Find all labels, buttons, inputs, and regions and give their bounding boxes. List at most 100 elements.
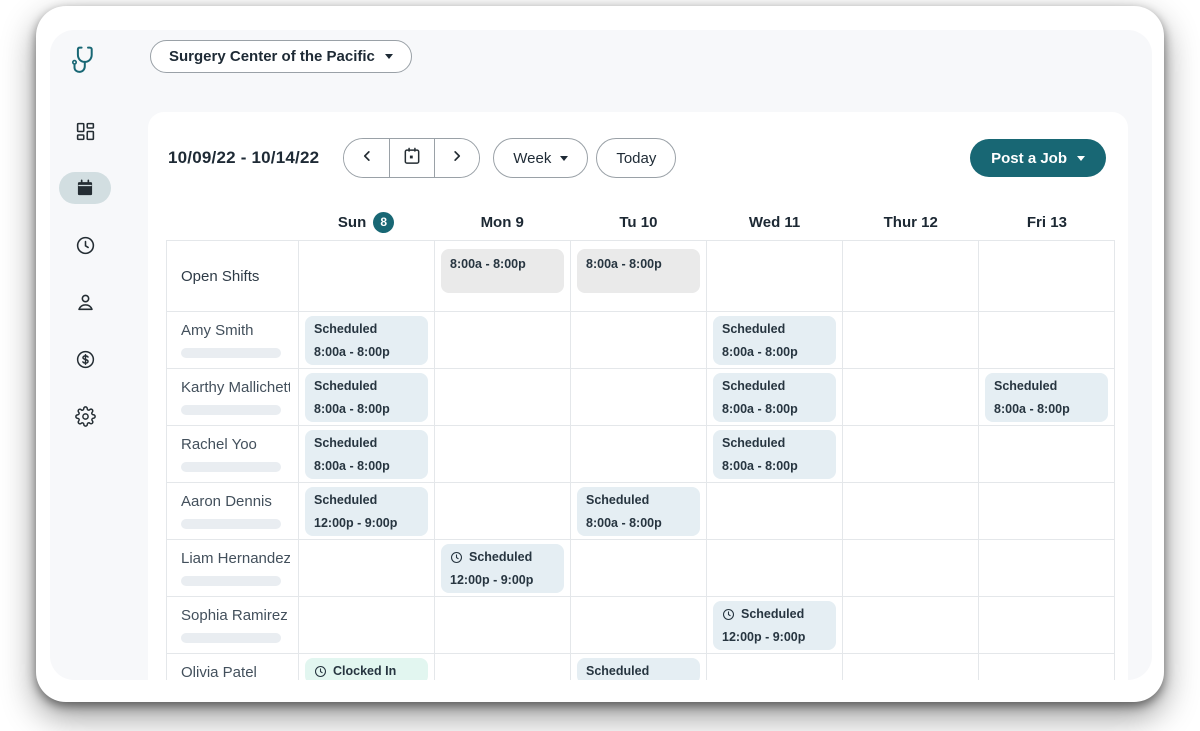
shift-cell[interactable] [299,241,435,312]
clock-icon [722,608,735,621]
date-picker-button[interactable] [389,139,434,177]
shift-status: Scheduled [314,436,377,450]
shift-card[interactable]: Scheduled8:00a - 8:00p [305,430,428,479]
shift-card[interactable]: Scheduled [577,658,700,680]
today-button[interactable]: Today [596,138,676,178]
shift-cell[interactable] [843,312,979,369]
shift-cell[interactable] [571,426,707,483]
shift-card[interactable]: Scheduled8:00a - 8:00p [577,487,700,536]
sidebar-item-staff[interactable] [59,286,111,318]
shift-cell[interactable]: Scheduled8:00a - 8:00p [299,369,435,426]
organization-selector[interactable]: Surgery Center of the Pacific [150,40,412,73]
shift-cell[interactable] [571,369,707,426]
shift-cell[interactable]: 8:00a - 8:00p [571,241,707,312]
next-week-button[interactable] [434,139,479,177]
shift-cell[interactable] [843,426,979,483]
post-a-job-label: Post a Job [991,150,1067,167]
name-skeleton-bar [181,405,281,415]
shift-cell[interactable]: Scheduled8:00a - 8:00p [299,426,435,483]
shift-cell[interactable]: Scheduled8:00a - 8:00p [707,369,843,426]
shift-cell[interactable]: Scheduled8:00a - 8:00p [707,426,843,483]
shift-status: Scheduled [469,550,532,564]
shift-card[interactable]: Scheduled12:00p - 9:00p [441,544,564,593]
shift-cell[interactable] [299,540,435,597]
chevron-down-icon [385,54,393,59]
shift-card[interactable]: Scheduled8:00a - 8:00p [713,373,836,422]
sidebar-item-settings[interactable] [59,400,111,432]
shift-cell[interactable] [843,241,979,312]
schedule-panel: 10/09/22 - 10/14/22 [148,112,1128,680]
shift-card[interactable]: Scheduled8:00a - 8:00p [713,316,836,365]
prev-week-button[interactable] [344,139,389,177]
day-header-row: Sun8Mon 9Tu 10Wed 11Thur 12Fri 13 [166,204,1115,240]
shift-cell[interactable] [979,597,1115,654]
shift-cell[interactable]: Clocked In [299,654,435,680]
sidebar-item-timeclock[interactable] [59,229,111,261]
shift-card[interactable]: 8:00a - 8:00p [577,249,700,293]
shift-card[interactable]: Scheduled8:00a - 8:00p [305,316,428,365]
shift-card[interactable]: Scheduled12:00p - 9:00p [713,601,836,650]
post-a-job-button[interactable]: Post a Job [970,139,1106,177]
shift-cell[interactable] [435,654,571,680]
shift-cell[interactable] [435,426,571,483]
shift-status-line: Scheduled [586,664,691,678]
today-button-label: Today [616,150,656,167]
sidebar-item-dashboard[interactable] [59,115,111,147]
shift-cell[interactable]: Scheduled8:00a - 8:00p [571,483,707,540]
shift-cell[interactable]: Scheduled [571,654,707,680]
sidebar-item-payments[interactable] [59,343,111,375]
shift-cell[interactable] [979,426,1115,483]
shift-cell[interactable] [979,540,1115,597]
shift-cell[interactable] [843,369,979,426]
shift-status-line: Scheduled [314,322,419,336]
shift-cell[interactable] [843,597,979,654]
shift-cell[interactable]: Scheduled12:00p - 9:00p [707,597,843,654]
shift-cell[interactable] [299,597,435,654]
shift-cell[interactable] [843,483,979,540]
shift-cell[interactable] [571,597,707,654]
sidebar-item-schedule[interactable] [59,172,111,204]
shift-cell[interactable] [843,654,979,680]
shift-cell[interactable]: 8:00a - 8:00p [435,241,571,312]
shift-cell[interactable] [435,597,571,654]
calendar-icon [402,146,422,171]
toolbar: 10/09/22 - 10/14/22 [168,138,1106,178]
row-label-cell: Sophia Ramirez [167,597,299,654]
shift-card[interactable]: Scheduled8:00a - 8:00p [985,373,1108,422]
shift-status-line: Scheduled [314,436,419,450]
employee-name: Rachel Yoo [181,436,290,453]
shift-cell[interactable] [571,540,707,597]
shift-cell[interactable] [979,312,1115,369]
shift-cell[interactable] [435,369,571,426]
shift-cell[interactable] [979,241,1115,312]
shift-cell[interactable] [979,654,1115,680]
shift-status-line: Clocked In [314,664,419,678]
view-selector[interactable]: Week [493,138,588,178]
chevron-right-icon [448,147,466,170]
shift-card[interactable]: Clocked In [305,658,428,680]
shift-cell[interactable]: Scheduled12:00p - 9:00p [299,483,435,540]
shift-card[interactable]: Scheduled12:00p - 9:00p [305,487,428,536]
shift-card[interactable]: Scheduled8:00a - 8:00p [305,373,428,422]
shift-card[interactable]: Scheduled8:00a - 8:00p [713,430,836,479]
shift-cell[interactable]: Scheduled8:00a - 8:00p [299,312,435,369]
shift-cell[interactable] [707,483,843,540]
day-label: Thur 12 [884,214,938,231]
shift-cell[interactable] [979,483,1115,540]
shift-cell[interactable] [707,241,843,312]
shift-cell[interactable] [571,312,707,369]
shift-cell[interactable] [435,483,571,540]
shift-cell[interactable]: Scheduled8:00a - 8:00p [707,312,843,369]
shift-status: Scheduled [314,322,377,336]
row-label-cell: Rachel Yoo [167,426,299,483]
day-header: Thur 12 [843,204,979,240]
shift-card[interactable]: 8:00a - 8:00p [441,249,564,293]
schedule-grid-body: Open Shifts8:00a - 8:00p8:00a - 8:00pAmy… [166,240,1115,680]
day-badge: 8 [373,212,394,233]
shift-cell[interactable]: Scheduled8:00a - 8:00p [979,369,1115,426]
shift-cell[interactable]: Scheduled12:00p - 9:00p [435,540,571,597]
shift-cell[interactable] [707,540,843,597]
shift-cell[interactable] [435,312,571,369]
shift-cell[interactable] [707,654,843,680]
shift-cell[interactable] [843,540,979,597]
